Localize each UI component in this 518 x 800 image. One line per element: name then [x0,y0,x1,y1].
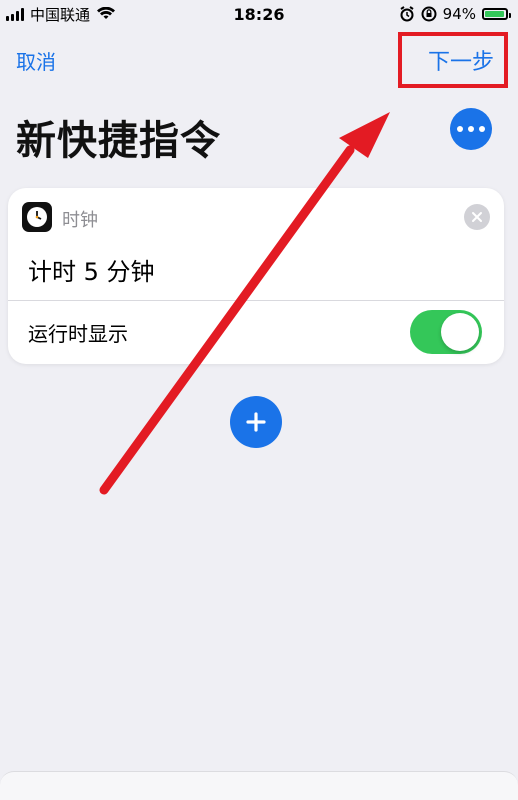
signal-icon [6,7,24,21]
toggle-knob [441,313,479,351]
battery-icon [482,8,511,20]
remove-action-button[interactable] [464,204,490,230]
status-time: 18:26 [233,5,285,24]
ellipsis-icon [457,126,463,132]
carrier-label: 中国联通 [30,5,91,24]
page-title: 新快捷指令 [16,118,221,164]
alarm-icon [399,6,415,22]
app-name-label: 时钟 [62,210,98,231]
battery-fill [485,11,504,17]
battery-percent: 94% [442,5,476,23]
show-when-run-toggle[interactable] [410,310,482,354]
plus-icon [244,410,268,434]
cancel-button[interactable]: 取消 [16,46,56,75]
close-icon [471,211,483,223]
timer-action-label[interactable]: 计时 5 分钟 [28,252,155,287]
next-step-button[interactable]: 下一步 [428,44,494,76]
show-when-run-label: 运行时显示 [28,322,128,346]
clock-app-icon [22,202,52,232]
nav-header: 取消 下一步 [0,28,518,88]
more-options-button[interactable] [450,108,492,150]
status-bar: 中国联通 18:26 94% [0,0,518,28]
status-left: 中国联通 [6,4,116,25]
status-right: 94% [399,5,511,23]
action-card[interactable]: 时钟 计时 5 分钟 运行时显示 [8,188,504,364]
wifi-icon [96,7,116,21]
rotation-lock-icon [421,6,437,22]
add-action-button[interactable] [230,396,282,448]
bottom-sheet [0,771,518,800]
divider [8,300,504,301]
